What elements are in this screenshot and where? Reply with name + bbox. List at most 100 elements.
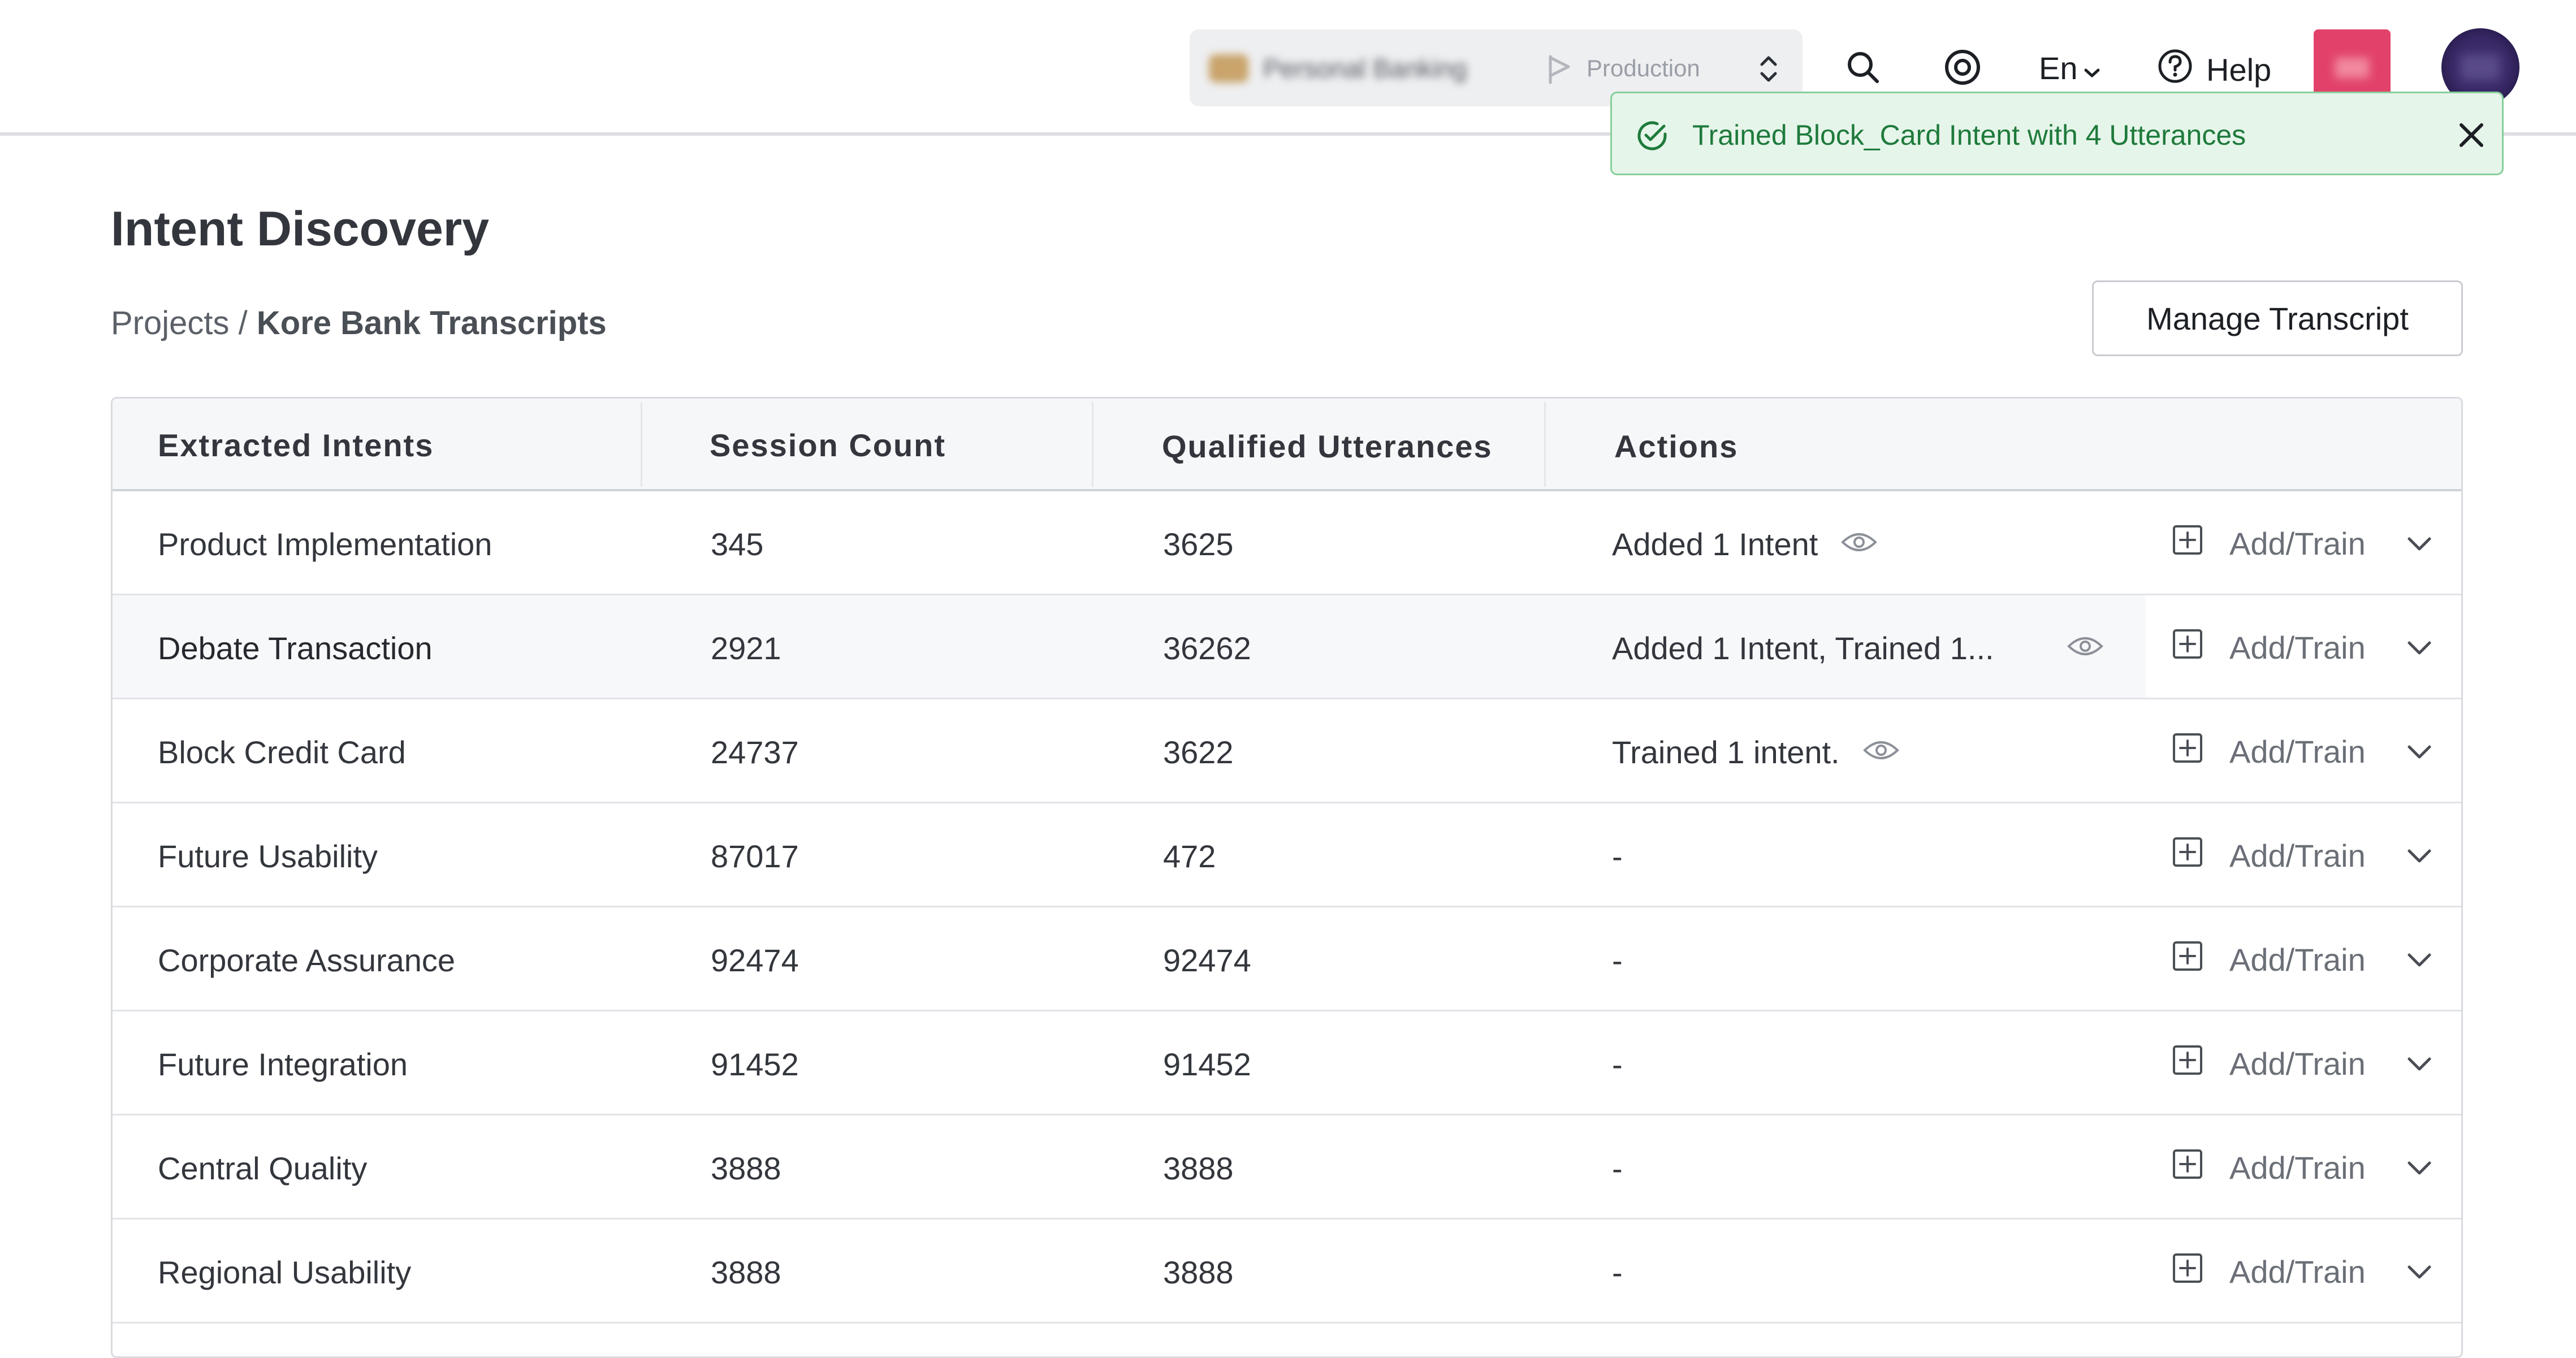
close-icon[interactable] xyxy=(2454,118,2488,155)
table-row[interactable]: Debate Transaction 2921 36262 Added 1 Inten… xyxy=(113,595,2461,699)
chevron-down-icon[interactable] xyxy=(2406,847,2433,867)
add-train-button[interactable]: Add/Train xyxy=(2172,732,2366,771)
action-summary: - xyxy=(1612,942,1623,978)
page-title: Intent Discovery xyxy=(111,202,490,256)
plus-square-icon xyxy=(2172,732,2203,771)
success-toast: Trained Block_Card Intent with 4 Utteran… xyxy=(1610,92,2504,175)
session-count: 2921 xyxy=(711,630,781,666)
breadcrumb-current: Kore Bank Transcripts xyxy=(256,305,607,341)
add-train-button[interactable]: Add/Train xyxy=(2172,1044,2366,1083)
column-header-intents[interactable]: Extracted Intents xyxy=(158,427,434,464)
intent-name: Regional Usability xyxy=(158,1255,412,1290)
action-summary: - xyxy=(1612,1255,1623,1290)
add-train-label: Add/Train xyxy=(2229,1046,2366,1082)
intent-name: Central Quality xyxy=(158,1151,368,1186)
chevron-down-icon[interactable] xyxy=(2406,1160,2433,1179)
column-header-utterances[interactable]: Qualified Utterances xyxy=(1162,428,1493,465)
session-count: 91452 xyxy=(711,1046,799,1082)
table-row[interactable]: Block Credit Card 24737 3622 Trained 1 inte… xyxy=(113,699,2461,803)
add-train-button[interactable]: Add/Train xyxy=(2172,628,2366,667)
qualified-utterances: 3888 xyxy=(1163,1255,1234,1290)
chevron-down-icon[interactable] xyxy=(2406,1056,2433,1075)
add-train-label: Add/Train xyxy=(2229,630,2366,665)
action-summary: - xyxy=(1612,838,1623,874)
chevron-down-icon[interactable] xyxy=(2406,743,2433,763)
table-row[interactable]: Future Integration 91452 91452 - Add/Train xyxy=(113,1011,2461,1115)
intent-name: Debate Transaction xyxy=(158,630,433,666)
session-count: 3888 xyxy=(711,1151,781,1186)
manage-transcript-button[interactable]: Manage Transcript xyxy=(2092,280,2463,356)
help-button[interactable]: Help xyxy=(2156,47,2271,92)
toast-message: Trained Block_Card Intent with 4 Utteran… xyxy=(1692,119,2246,151)
language-selector[interactable]: En xyxy=(2039,50,2100,87)
add-train-button[interactable]: Add/Train xyxy=(2172,1148,2366,1187)
app-name: Personal Banking xyxy=(1263,54,1467,83)
intent-name: Future Usability xyxy=(158,838,378,874)
row-actions: Add/Train xyxy=(2146,803,2461,906)
eye-icon[interactable] xyxy=(1862,738,1900,766)
qualified-utterances: 3888 xyxy=(1163,1151,1234,1186)
column-header-sessions[interactable]: Session Count xyxy=(710,427,946,464)
qualified-utterances: 472 xyxy=(1163,838,1216,874)
table-row[interactable]: Central Quality 3888 3888 - Add/Train xyxy=(113,1115,2461,1219)
add-train-label: Add/Train xyxy=(2229,526,2366,561)
plus-square-icon xyxy=(2172,940,2203,979)
chevron-down-icon[interactable] xyxy=(2406,639,2433,659)
row-actions: Add/Train xyxy=(2146,595,2461,698)
plus-square-icon xyxy=(2172,524,2203,563)
table-row[interactable]: Regional Usability 3888 3888 - Add/Train xyxy=(113,1219,2461,1324)
chevron-down-icon[interactable] xyxy=(2406,952,2433,971)
table-row[interactable]: Corporate Assurance 92474 92474 - Add/Train xyxy=(113,907,2461,1011)
column-header-actions: Actions xyxy=(1614,429,1739,464)
action-summary: Trained 1 intent. xyxy=(1612,734,1840,770)
plus-square-icon xyxy=(2172,836,2203,875)
intents-table: Extracted Intents Session Count Qualifie… xyxy=(111,397,2463,1358)
qualified-utterances: 91452 xyxy=(1163,1046,1251,1082)
plus-square-icon xyxy=(2172,1044,2203,1083)
action-summary: - xyxy=(1612,1151,1623,1186)
chevron-updown-icon[interactable] xyxy=(1757,52,1780,89)
chevron-down-icon xyxy=(2084,50,2100,87)
qualified-utterances: 3622 xyxy=(1163,734,1234,770)
qualified-utterances: 3625 xyxy=(1163,526,1234,562)
intent-name: Corporate Assurance xyxy=(158,942,456,978)
chevron-down-icon[interactable] xyxy=(2406,1264,2433,1283)
session-count: 24737 xyxy=(711,734,799,770)
qualified-utterances: 36262 xyxy=(1163,630,1251,666)
table-row[interactable]: Future Usability 87017 472 - Add/Train xyxy=(113,803,2461,907)
add-train-button[interactable]: Add/Train xyxy=(2172,524,2366,563)
intent-name: Future Integration xyxy=(158,1046,408,1082)
eye-icon[interactable] xyxy=(2067,634,2104,661)
session-count: 87017 xyxy=(711,838,799,874)
check-circle-icon xyxy=(1635,118,1670,156)
language-label: En xyxy=(2039,50,2078,86)
add-train-label: Add/Train xyxy=(2229,1254,2366,1290)
add-train-button[interactable]: Add/Train xyxy=(2172,1252,2366,1291)
breadcrumb-separator: / xyxy=(238,305,248,341)
add-train-button[interactable]: Add/Train xyxy=(2172,836,2366,875)
chevron-down-icon[interactable] xyxy=(2406,535,2433,555)
table-header: Extracted Intents Session Count Qualifie… xyxy=(113,399,2461,491)
session-count: 3888 xyxy=(711,1255,781,1290)
column-divider xyxy=(641,402,642,487)
breadcrumb: Projects / Kore Bank Transcripts xyxy=(111,304,607,342)
column-divider xyxy=(1092,402,1093,487)
search-icon[interactable] xyxy=(1844,49,1882,89)
row-actions: Add/Train xyxy=(2146,1219,2461,1322)
target-icon[interactable] xyxy=(1943,47,1982,90)
add-train-label: Add/Train xyxy=(2229,734,2366,769)
add-train-button[interactable]: Add/Train xyxy=(2172,940,2366,979)
intent-name: Block Credit Card xyxy=(158,734,406,770)
action-summary: Added 1 Intent, Trained 1... xyxy=(1612,630,1994,666)
eye-icon[interactable] xyxy=(1840,530,1878,557)
breadcrumb-projects[interactable]: Projects xyxy=(111,305,230,341)
action-summary: Added 1 Intent xyxy=(1612,526,1818,562)
row-actions: Add/Train xyxy=(2146,907,2461,1010)
plus-square-icon xyxy=(2172,1252,2203,1291)
plus-square-icon xyxy=(2172,628,2203,667)
add-train-label: Add/Train xyxy=(2229,838,2366,873)
session-count: 345 xyxy=(711,526,764,562)
qualified-utterances: 92474 xyxy=(1163,942,1251,978)
table-row[interactable]: Product Implementation 345 3625 Added 1 Int… xyxy=(113,491,2461,595)
row-actions: Add/Train xyxy=(2146,1115,2461,1218)
